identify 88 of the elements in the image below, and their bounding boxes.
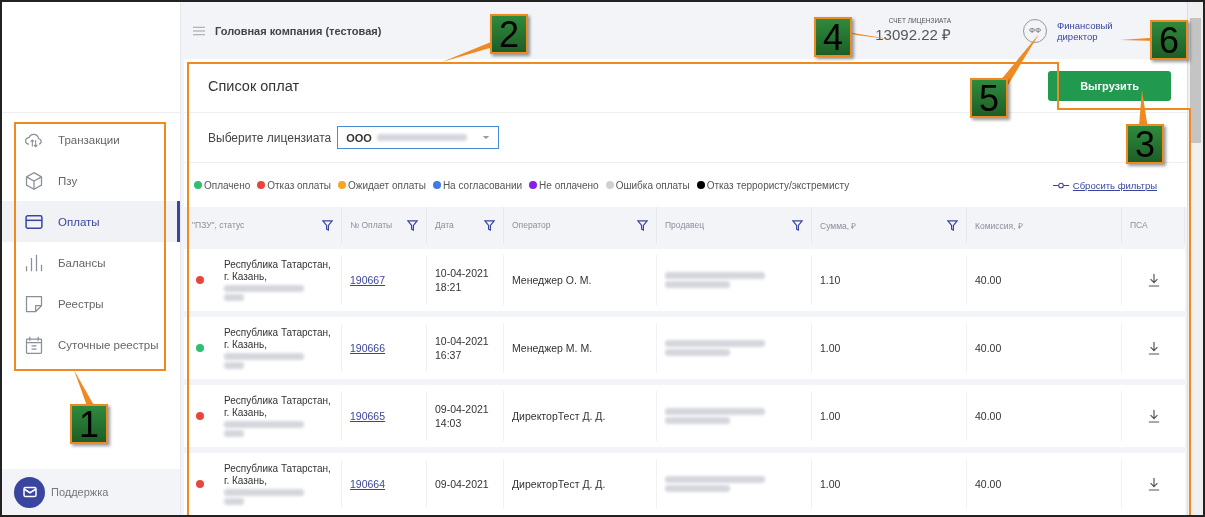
legend-label: Отказ оплаты <box>267 179 331 191</box>
filter-icon[interactable] <box>484 219 495 231</box>
table-cell: ДиректорТест Д. Д. <box>512 478 606 490</box>
column-header[interactable]: Продавец <box>657 207 812 243</box>
note-icon <box>24 293 44 314</box>
filter-icon[interactable] <box>407 219 418 231</box>
legend-label: Ожидает оплаты <box>347 179 426 191</box>
blurred-text <box>665 349 730 356</box>
table-cell: 1.00 <box>820 342 841 354</box>
download-icon[interactable] <box>1147 409 1160 423</box>
table-cell-text: Республика Татарстан, г. Казань, <box>224 259 332 283</box>
payment-number-link[interactable]: 190667 <box>350 274 386 286</box>
download-icon[interactable] <box>1147 273 1160 287</box>
filter-icon[interactable] <box>322 219 333 231</box>
table-cell: 40.00 <box>975 274 1002 286</box>
column-header[interactable]: № Оплаты <box>342 207 427 243</box>
blurred-text <box>665 485 730 492</box>
filter-icon[interactable] <box>637 219 648 231</box>
sidebar-item[interactable]: Балансы <box>2 242 180 283</box>
caret-icon <box>482 135 491 140</box>
sidebar-item[interactable]: Реестры <box>2 283 180 324</box>
table-cell-text: Республика Татарстан, г. Казань, <box>224 327 332 351</box>
table-cell: Менеджер О. М. <box>512 274 592 286</box>
column-header[interactable]: Оператор <box>504 207 657 243</box>
callout-number: 2 <box>490 14 528 54</box>
sidebar-item[interactable]: Оплаты <box>2 201 180 242</box>
table-cell: 09-04-2021 <box>435 403 489 415</box>
sidebar-item[interactable]: Пзу <box>2 160 180 201</box>
column-header[interactable]: "ПЗУ", статус <box>184 207 342 243</box>
column-header[interactable]: Комиссия, ₽ <box>967 207 1122 243</box>
table-cell: 1.10 <box>820 274 841 286</box>
column-header[interactable]: Сумма, ₽ <box>812 207 967 243</box>
bar-chart-icon <box>24 252 44 273</box>
table-cell: 14:03 <box>435 417 462 429</box>
support-link[interactable]: Поддержка <box>51 486 109 498</box>
legend-label: Не оплачено <box>539 179 599 191</box>
sidebar-item[interactable]: Транзакции <box>2 119 180 160</box>
legend-label: Отказ террористу/экстремисту <box>706 179 850 191</box>
company-name: Головная компания (тестовая) <box>215 24 382 37</box>
table-cell-text: Республика Татарстан, г. Казань, <box>224 463 332 487</box>
account-balance: 13092.22 ₽ <box>875 25 951 44</box>
blurred-text <box>224 430 244 437</box>
payment-number-link[interactable]: 190664 <box>350 478 386 490</box>
table-cell: ДиректорТест Д. Д. <box>512 410 606 422</box>
payment-number-link[interactable]: 190666 <box>350 342 386 354</box>
export-button[interactable]: Выгрузить <box>1048 70 1171 101</box>
blurred-text <box>224 294 244 301</box>
table-cell: 40.00 <box>975 410 1002 422</box>
reset-filters-link[interactable]: Сбросить фильтры <box>1072 179 1157 191</box>
filter-icon[interactable] <box>947 219 958 231</box>
download-icon[interactable] <box>1147 477 1160 491</box>
download-icon[interactable] <box>1147 341 1160 355</box>
table-cell: 09-04-2021 <box>435 478 489 490</box>
table-cell: 16:37 <box>435 349 462 361</box>
table-cell: 40.00 <box>975 478 1002 490</box>
table-cell-text: Республика Татарстан, г. Казань, <box>224 395 332 419</box>
calendar-icon <box>24 334 44 355</box>
legend-label: Оплачено <box>204 179 251 191</box>
blurred-text <box>665 417 730 424</box>
user-name-link[interactable]: Финансовый директор <box>1057 19 1119 42</box>
callout-number: 4 <box>814 17 852 57</box>
cube-icon <box>24 170 44 191</box>
blurred-text <box>224 362 244 369</box>
table-cell: Менеджер М. М. <box>512 342 593 354</box>
legend-label: Ошибка оплаты <box>615 179 690 191</box>
table-cell: 10-04-2021 <box>435 335 489 347</box>
callout-number: 6 <box>1150 20 1188 60</box>
column-header[interactable]: ПСА <box>1122 207 1185 243</box>
blurred-text <box>224 498 244 505</box>
table-cell: 1.00 <box>820 478 841 490</box>
page-title: Список оплат <box>208 77 300 94</box>
sidebar-item[interactable]: Суточные реестры <box>2 324 180 365</box>
callout-number: 1 <box>70 404 108 444</box>
callout-number: 3 <box>1126 124 1164 164</box>
table-cell: 10-04-2021 <box>435 267 489 279</box>
table-cell: 40.00 <box>975 342 1002 354</box>
table-cell: 18:21 <box>435 281 462 293</box>
licensee-dropdown[interactable]: ООО <box>337 126 500 149</box>
support-button[interactable] <box>14 476 45 508</box>
blurred-text <box>665 281 730 288</box>
legend-label: На согласовании <box>442 179 523 191</box>
licensee-label: Выберите лицензиата <box>208 130 332 145</box>
filter-reset-icon <box>1052 181 1069 189</box>
table-cell: 1.00 <box>820 410 841 422</box>
callout-number: 5 <box>970 78 1008 118</box>
column-header[interactable]: Дата <box>427 207 504 243</box>
payment-number-link[interactable]: 190665 <box>350 410 386 422</box>
filter-icon[interactable] <box>792 219 803 231</box>
